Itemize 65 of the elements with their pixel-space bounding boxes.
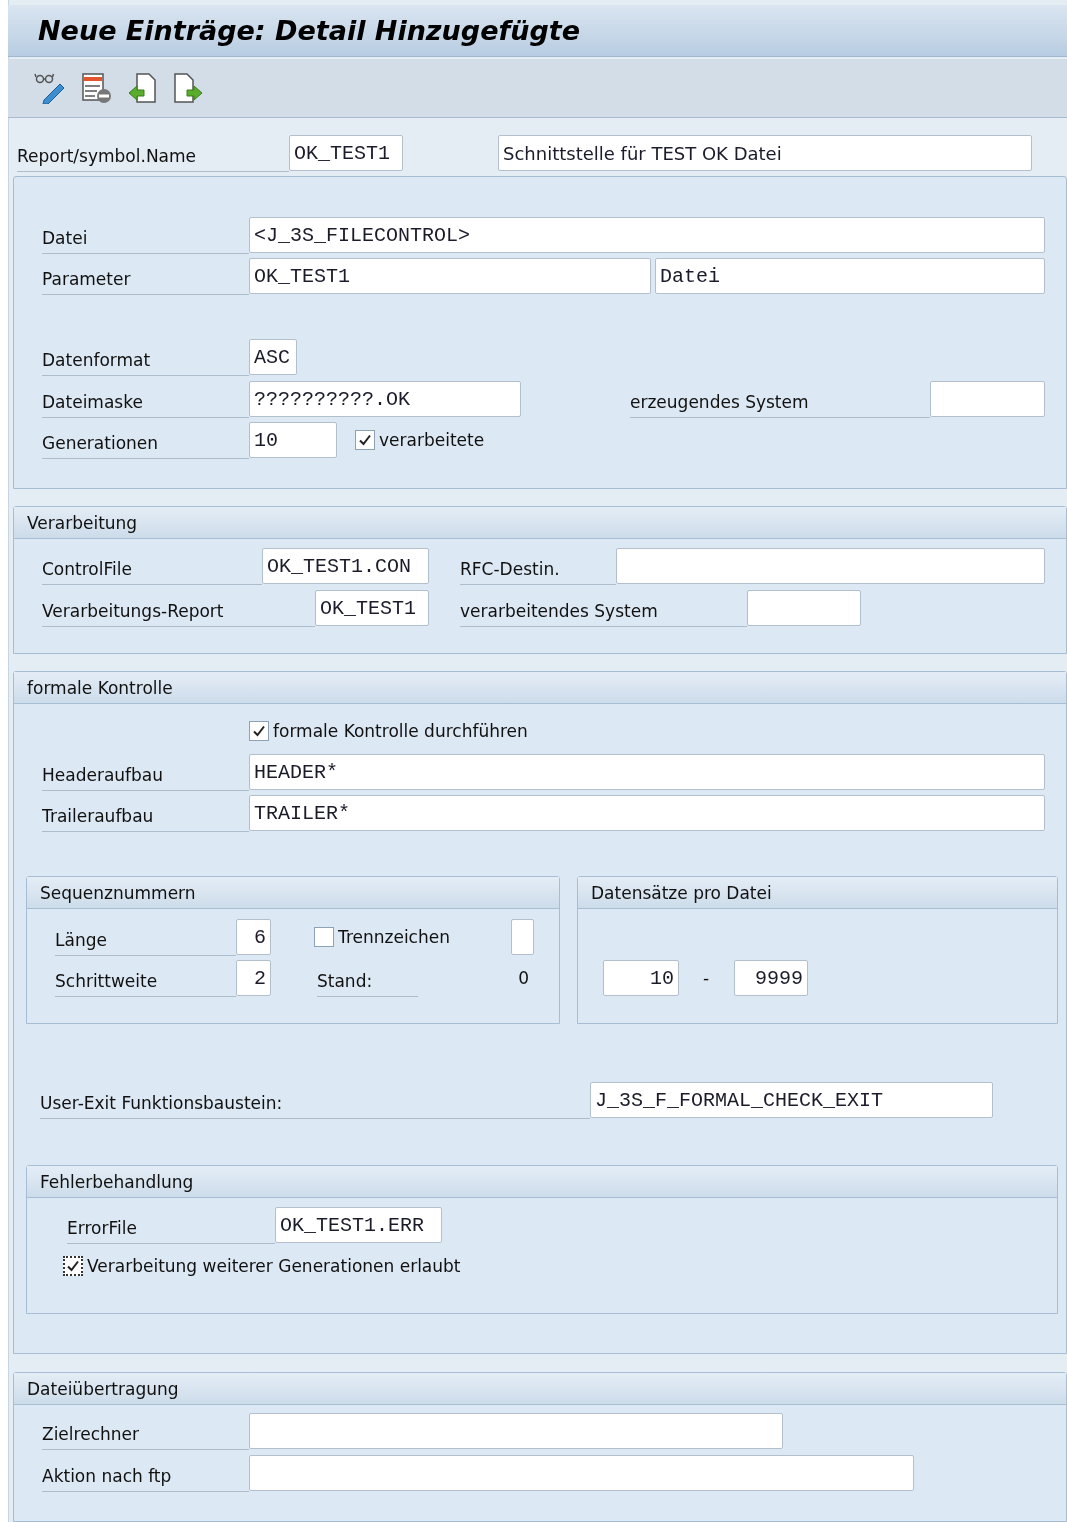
field-label: Datei: [42, 228, 249, 254]
input-field[interactable]: 6: [236, 919, 271, 955]
list-minus-icon[interactable]: [81, 72, 113, 105]
checkbox[interactable]: [63, 1256, 83, 1276]
field-label: Zielrechner: [42, 1424, 249, 1450]
input-field[interactable]: OK_TEST1: [315, 590, 429, 626]
counter-value: 0: [517, 968, 529, 988]
input-field[interactable]: 2: [236, 960, 271, 996]
input-field[interactable]: HEADER*: [249, 754, 1045, 790]
window-title: Neue Einträge: Detail Hinzugefügte: [8, 5, 1067, 58]
input-field[interactable]: 9999: [734, 960, 808, 996]
field-label: Aktion nach ftp: [42, 1466, 249, 1492]
input-field[interactable]: J_3S_F_FORMAL_CHECK_EXIT: [590, 1082, 993, 1118]
input-field[interactable]: ??????????.OK: [249, 381, 521, 417]
check-icon: [252, 724, 266, 738]
input-field[interactable]: [616, 548, 1045, 584]
checkbox[interactable]: [314, 927, 334, 947]
checkbox[interactable]: [249, 721, 269, 741]
range-separator: -: [701, 968, 711, 988]
input-field[interactable]: [747, 590, 861, 626]
field-label: Verarbeitungs-Report: [42, 601, 315, 627]
field-label: verarbeitendes System: [460, 601, 747, 627]
field-label: Parameter: [42, 269, 249, 295]
document-left-arrow-icon[interactable]: [128, 72, 158, 105]
document-right-arrow-icon[interactable]: [173, 72, 203, 105]
input-field[interactable]: Datei: [655, 258, 1045, 294]
checkbox-label: formale Kontrolle durchführen: [273, 721, 528, 741]
checkbox-label: Verarbeitung weiterer Generationen erlaubt: [87, 1256, 461, 1276]
field-label: Headeraufbau: [42, 765, 249, 791]
field-label: ControlFile: [42, 559, 262, 585]
field-label: Traileraufbau: [42, 806, 249, 832]
check-icon: [358, 433, 372, 447]
field-label: User-Exit Funktionsbaustein:: [40, 1093, 590, 1119]
field-label: Report/symbol.Name: [17, 146, 289, 172]
input-field[interactable]: OK_TEST1.ERR: [275, 1207, 442, 1243]
field-label: Generationen: [42, 433, 249, 459]
section-header: formale Kontrolle: [14, 672, 1066, 704]
checkbox-label: verarbeitete: [379, 430, 485, 450]
glasses-pencil-icon[interactable]: [34, 72, 66, 105]
field-label: Dateimaske: [42, 392, 249, 418]
field-label: Stand:: [317, 971, 418, 997]
field-label: erzeugendes System: [630, 392, 930, 418]
input-field[interactable]: 10: [249, 422, 337, 458]
input-field[interactable]: [249, 1455, 914, 1491]
section-header: Verarbeitung: [14, 507, 1066, 539]
input-field[interactable]: [930, 381, 1045, 417]
input-field[interactable]: Schnittstelle für TEST OK Datei: [498, 135, 1032, 171]
field-label: ErrorFile: [67, 1218, 275, 1244]
checkbox-label: Trennzeichen: [338, 927, 450, 947]
section-header: Datensätze pro Datei: [578, 877, 1057, 909]
input-field[interactable]: OK_TEST1.CON: [262, 548, 429, 584]
input-field[interactable]: 10: [603, 960, 679, 996]
input-field[interactable]: [511, 919, 534, 955]
input-field[interactable]: [249, 1413, 783, 1449]
checkbox[interactable]: [355, 430, 375, 450]
check-icon: [66, 1259, 80, 1273]
input-field[interactable]: TRAILER*: [249, 795, 1045, 831]
input-field[interactable]: OK_TEST1: [289, 135, 403, 171]
field-label: Datenformat: [42, 350, 249, 376]
input-field[interactable]: ASC: [249, 339, 297, 375]
section-header: Sequenznummern: [27, 877, 559, 909]
input-field[interactable]: <J_3S_FILECONTROL>: [249, 217, 1045, 253]
section-header: Fehlerbehandlung: [27, 1166, 1057, 1198]
section-header: Dateiübertragung: [14, 1373, 1066, 1405]
input-field[interactable]: OK_TEST1: [249, 258, 651, 294]
